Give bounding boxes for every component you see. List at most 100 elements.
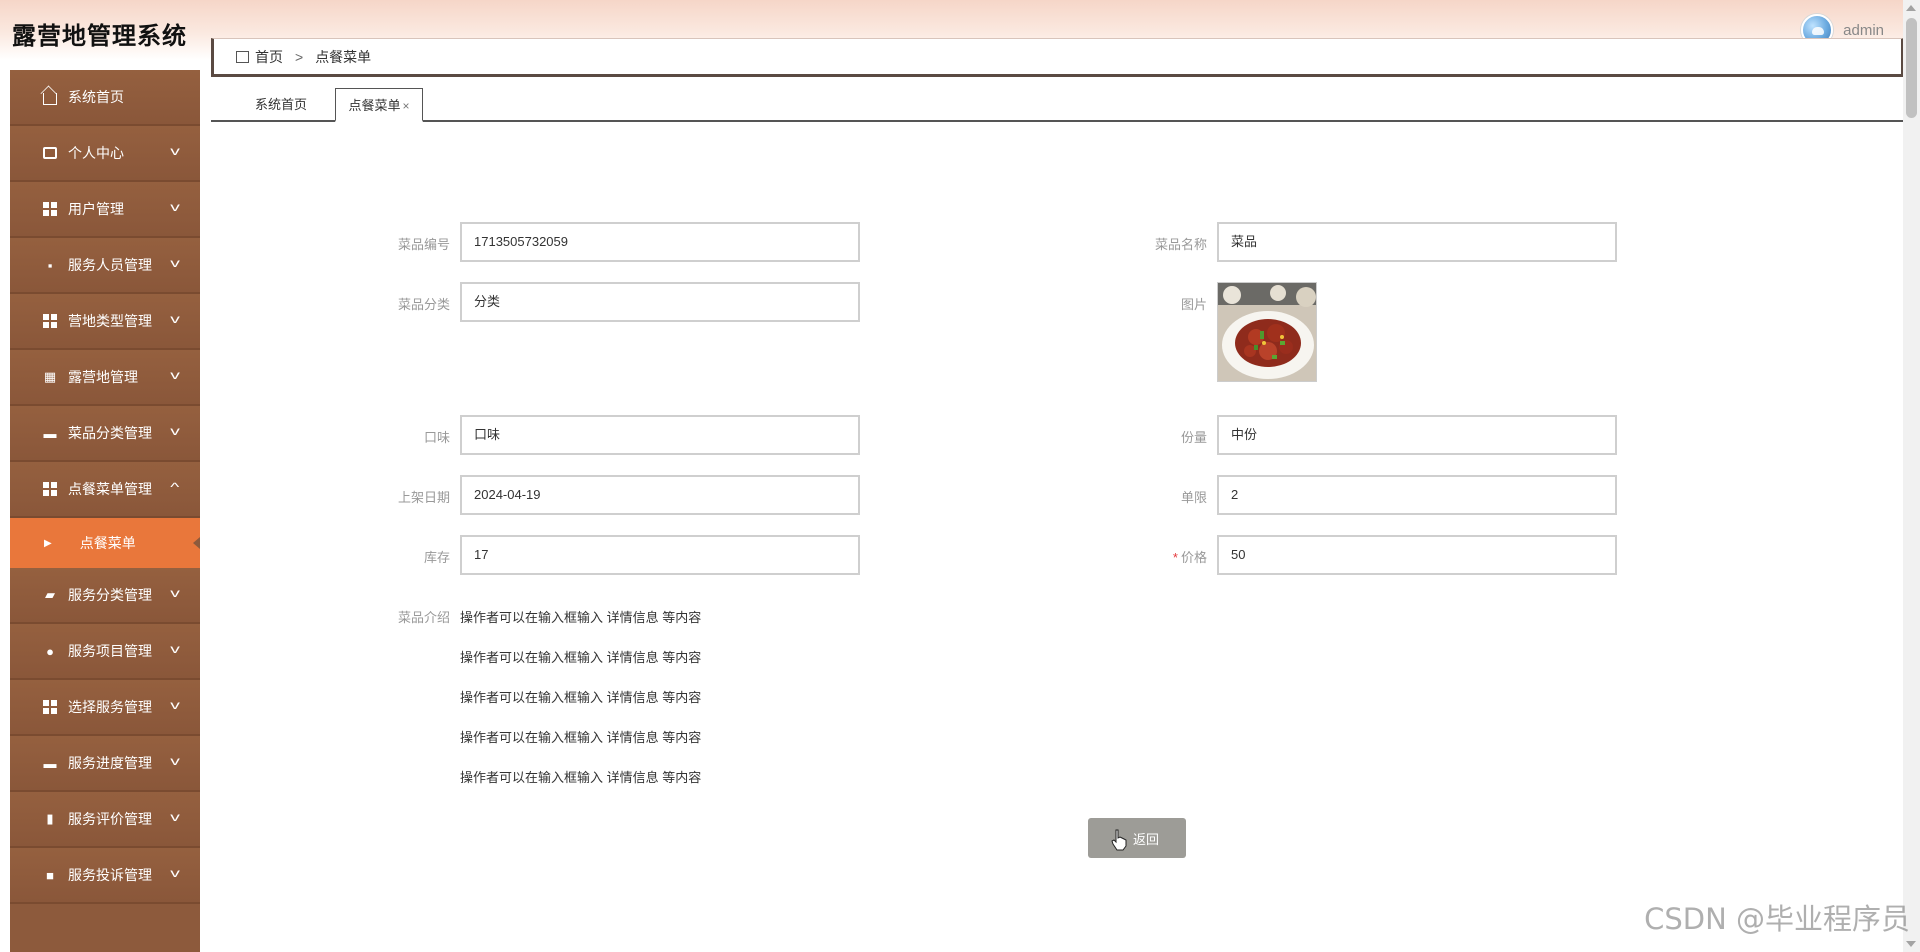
price-field[interactable]: 50 [1217, 535, 1617, 575]
category-field[interactable]: 分类 [460, 282, 860, 322]
chevron-down-icon: v [170, 642, 180, 656]
sidebar-item-service-project[interactable]: ● 服务项目管理 v [10, 624, 200, 680]
scroll-thumb[interactable] [1906, 18, 1917, 118]
sidebar-subitem-label: 点餐菜单 [79, 535, 136, 551]
sidebar-item-label: 服务项目管理 [68, 643, 152, 659]
hand-icon: ▰ [45, 587, 55, 602]
grid-icon [42, 313, 58, 329]
sidebar-subitem-order-menu[interactable]: ▶ 点餐菜单 [10, 518, 200, 568]
watermark: CSDN @毕业程序员 [1644, 902, 1910, 936]
sidebar-item-label: 系统首页 [68, 89, 124, 105]
dish-name-label: 菜品名称 [1154, 237, 1207, 252]
hand-cursor-icon [1111, 829, 1127, 851]
breadcrumb-current: 点餐菜单 [315, 48, 372, 65]
sidebar-item-dish-category[interactable]: ▬ 菜品分类管理 v [10, 406, 200, 462]
sidebar-item-label: 菜品分类管理 [68, 425, 152, 441]
sidebar-item-label: 选择服务管理 [68, 699, 152, 715]
intro-line: 操作者可以在输入框输入 详情信息 等内容 [460, 690, 702, 705]
home-icon [236, 50, 249, 63]
date-field[interactable]: 2024-04-19 [460, 475, 860, 515]
dish-no-label: 菜品编号 [397, 237, 450, 252]
sidebar-item-order-menu[interactable]: 点餐菜单管理 ^ [10, 462, 200, 518]
sidebar-item-personal[interactable]: 个人中心 v [10, 126, 200, 182]
chat-icon: ▪ [47, 257, 53, 273]
sidebar-item-service-category[interactable]: ▰ 服务分类管理 v [10, 568, 200, 624]
user-name[interactable]: admin [1843, 22, 1884, 39]
intro-line: 操作者可以在输入框输入 详情信息 等内容 [460, 730, 702, 745]
limit-field[interactable]: 2 [1217, 475, 1617, 515]
intro-line: 操作者可以在输入框输入 详情信息 等内容 [460, 770, 702, 785]
card-icon [42, 145, 58, 161]
chevron-down-icon: v [170, 424, 180, 438]
scroll-up-icon[interactable] [1906, 5, 1916, 11]
sidebar-item-label: 个人中心 [68, 145, 124, 161]
sidebar-item-label: 用户管理 [68, 201, 124, 217]
taste-label: 口味 [423, 430, 450, 445]
chevron-down-icon: v [170, 200, 180, 214]
tab-order-menu[interactable]: 点餐菜单 × [335, 88, 423, 122]
sidebar-item-staff[interactable]: ▪ 服务人员管理 v [10, 238, 200, 294]
sidebar-item-label: 营地类型管理 [68, 313, 152, 329]
sidebar-item-camp-type[interactable]: 营地类型管理 v [10, 294, 200, 350]
intro-line: 操作者可以在输入框输入 详情信息 等内容 [460, 610, 702, 625]
back-button[interactable]: 返回 [1088, 818, 1186, 858]
chevron-down-icon: v [170, 256, 180, 270]
sidebar-item-select-service[interactable]: 选择服务管理 v [10, 680, 200, 736]
stock-label: 库存 [423, 550, 450, 565]
tab-label: 点餐菜单 [348, 98, 401, 113]
home-icon [42, 89, 58, 105]
scroll-down-icon[interactable] [1906, 941, 1916, 947]
sidebar-item-home[interactable]: 系统首页 [10, 70, 200, 126]
chevron-down-icon: v [170, 754, 180, 768]
limit-label: 单限 [1180, 490, 1207, 505]
required-mark: * [1172, 550, 1178, 565]
sidebar-item-label: 服务人员管理 [68, 257, 152, 273]
sidebar-item-campsite[interactable]: ▦ 露营地管理 v [10, 350, 200, 406]
dish-name-field[interactable]: 菜品 [1217, 222, 1617, 262]
image-label: 图片 [1180, 297, 1207, 312]
chevron-down-icon: v [170, 312, 180, 326]
intro-line: 操作者可以在输入框输入 详情信息 等内容 [460, 650, 702, 665]
book-icon: ▮ [46, 811, 54, 826]
sidebar-item-label: 服务投诉管理 [68, 867, 152, 883]
sidebar: 系统首页 个人中心 v 用户管理 v ▪ 服务人员管理 v 营地类型管理 v ▦… [10, 70, 200, 952]
sidebar-item-service-complaint[interactable]: ■ 服务投诉管理 v [10, 848, 200, 904]
grid-icon [42, 699, 58, 715]
table-icon: ▦ [43, 369, 57, 384]
date-label: 上架日期 [397, 490, 450, 505]
monitor-icon: ▬ [43, 755, 57, 771]
chevron-down-icon: v [170, 698, 180, 712]
caret-right-icon: ▶ [44, 537, 52, 549]
sidebar-item-label: 露营地管理 [68, 369, 138, 385]
sidebar-item-label: 点餐菜单管理 [68, 481, 152, 497]
sidebar-item-service-progress[interactable]: ▬ 服务进度管理 v [10, 736, 200, 792]
tab-bar: 系统首页 点餐菜单 × [211, 88, 1904, 122]
taste-field[interactable]: 口味 [460, 415, 860, 455]
chevron-down-icon: v [170, 368, 180, 382]
chevron-right-icon: > [295, 48, 304, 65]
sidebar-item-users[interactable]: 用户管理 v [10, 182, 200, 238]
sidebar-item-label: 服务进度管理 [68, 755, 152, 771]
stock-field[interactable]: 17 [460, 535, 860, 575]
sidebar-item-label: 服务评价管理 [68, 811, 152, 827]
sidebar-item-service-review[interactable]: ▮ 服务评价管理 v [10, 792, 200, 848]
chevron-up-icon: ^ [170, 480, 180, 494]
sidebar-item-label: 服务分类管理 [68, 587, 152, 603]
briefcase-icon: ■ [46, 867, 54, 883]
tab-home[interactable]: 系统首页 [241, 88, 321, 121]
breadcrumb-home[interactable]: 首页 [255, 47, 283, 67]
category-label: 菜品分类 [397, 297, 450, 312]
portion-label: 份量 [1180, 430, 1207, 445]
portion-field[interactable]: 中份 [1217, 415, 1617, 455]
bulb-icon: ● [46, 643, 54, 659]
vertical-scrollbar[interactable] [1903, 0, 1920, 952]
close-icon[interactable]: × [403, 99, 410, 113]
chevron-down-icon: v [170, 586, 180, 600]
grid-icon [42, 201, 58, 217]
dish-no-field[interactable]: 1713505732059 [460, 222, 860, 262]
dish-image[interactable] [1217, 282, 1317, 382]
app-title: 露营地管理系统 [12, 22, 187, 50]
chevron-down-icon: v [170, 866, 180, 880]
intro-label: 菜品介绍 [397, 610, 450, 625]
chevron-down-icon: v [170, 810, 180, 824]
